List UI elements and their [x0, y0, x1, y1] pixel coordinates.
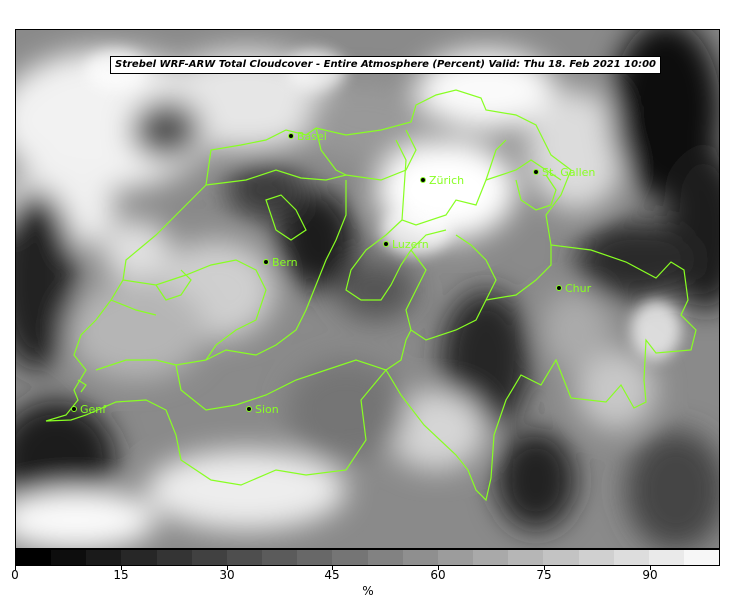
cloudcover-map: Basel Zürich St. Gallen Luzern Bern Chur Sion G… [15, 29, 720, 549]
colorbar-tick-label: 90 [642, 568, 658, 582]
city-marker [288, 133, 294, 139]
colorbar-tick [650, 566, 651, 570]
colorbar-level-13 [473, 550, 509, 565]
colorbar-level-4 [156, 550, 192, 565]
colorbar-level-1 [51, 550, 87, 565]
colorbar-tick-label: 60 [430, 568, 446, 582]
colorbar-level-3 [121, 550, 157, 565]
city-label: Bern [272, 256, 298, 269]
colorbar-tick [438, 566, 439, 570]
city-marker [71, 406, 77, 412]
cloudcover-field [16, 30, 719, 548]
city-label: St. Gallen [542, 166, 595, 179]
colorbar-level-17 [613, 550, 649, 565]
colorbar-tick-label: 15 [113, 568, 129, 582]
colorbar-level-0 [16, 550, 52, 565]
colorbar-unit-label: % [362, 584, 374, 598]
colorbar-tick [332, 566, 333, 570]
colorbar-level-19 [683, 550, 720, 565]
colorbar-level-16 [578, 550, 614, 565]
city-label: Basel [297, 130, 327, 143]
colorbar-tick [227, 566, 228, 570]
colorbar-level-10 [367, 550, 403, 565]
city-label: Genf [80, 403, 107, 416]
colorbar-level-7 [262, 550, 298, 565]
colorbar-tick-label: 30 [219, 568, 235, 582]
city-marker [383, 241, 389, 247]
city-label: Chur [565, 282, 592, 295]
city-marker [246, 406, 252, 412]
city-st-gallen: St. Gallen [533, 166, 595, 179]
map-canvas: Basel Zürich St. Gallen Luzern Bern Chur Sion G… [16, 30, 719, 548]
colorbar-level-8 [297, 550, 333, 565]
colorbar-tick-label: 0 [11, 568, 19, 582]
city-label: Zürich [429, 174, 464, 187]
colorbar-tick-label: 75 [536, 568, 552, 582]
colorbar-tick-label: 45 [324, 568, 340, 582]
colorbar-tick [544, 566, 545, 570]
colorbar-level-11 [402, 550, 438, 565]
colorbar-level-14 [508, 550, 544, 565]
colorbar-level-12 [437, 550, 474, 565]
colorbar-tick [15, 566, 16, 570]
colorbar-tick [121, 566, 122, 570]
city-marker [263, 259, 269, 265]
colorbar-level-18 [648, 550, 684, 565]
city-marker [556, 285, 562, 291]
colorbar-level-9 [332, 550, 368, 565]
colorbar [15, 549, 720, 566]
colorbar-level-15 [543, 550, 579, 565]
map-title: Strebel WRF-ARW Total Cloudcover - Entir… [110, 56, 662, 74]
colorbar-level-2 [86, 550, 122, 565]
city-label: Luzern [392, 238, 429, 251]
colorbar-level-5 [191, 550, 227, 565]
city-marker [420, 177, 426, 183]
city-marker [533, 169, 539, 175]
colorbar-level-6 [226, 550, 263, 565]
city-label: Sion [255, 403, 279, 416]
